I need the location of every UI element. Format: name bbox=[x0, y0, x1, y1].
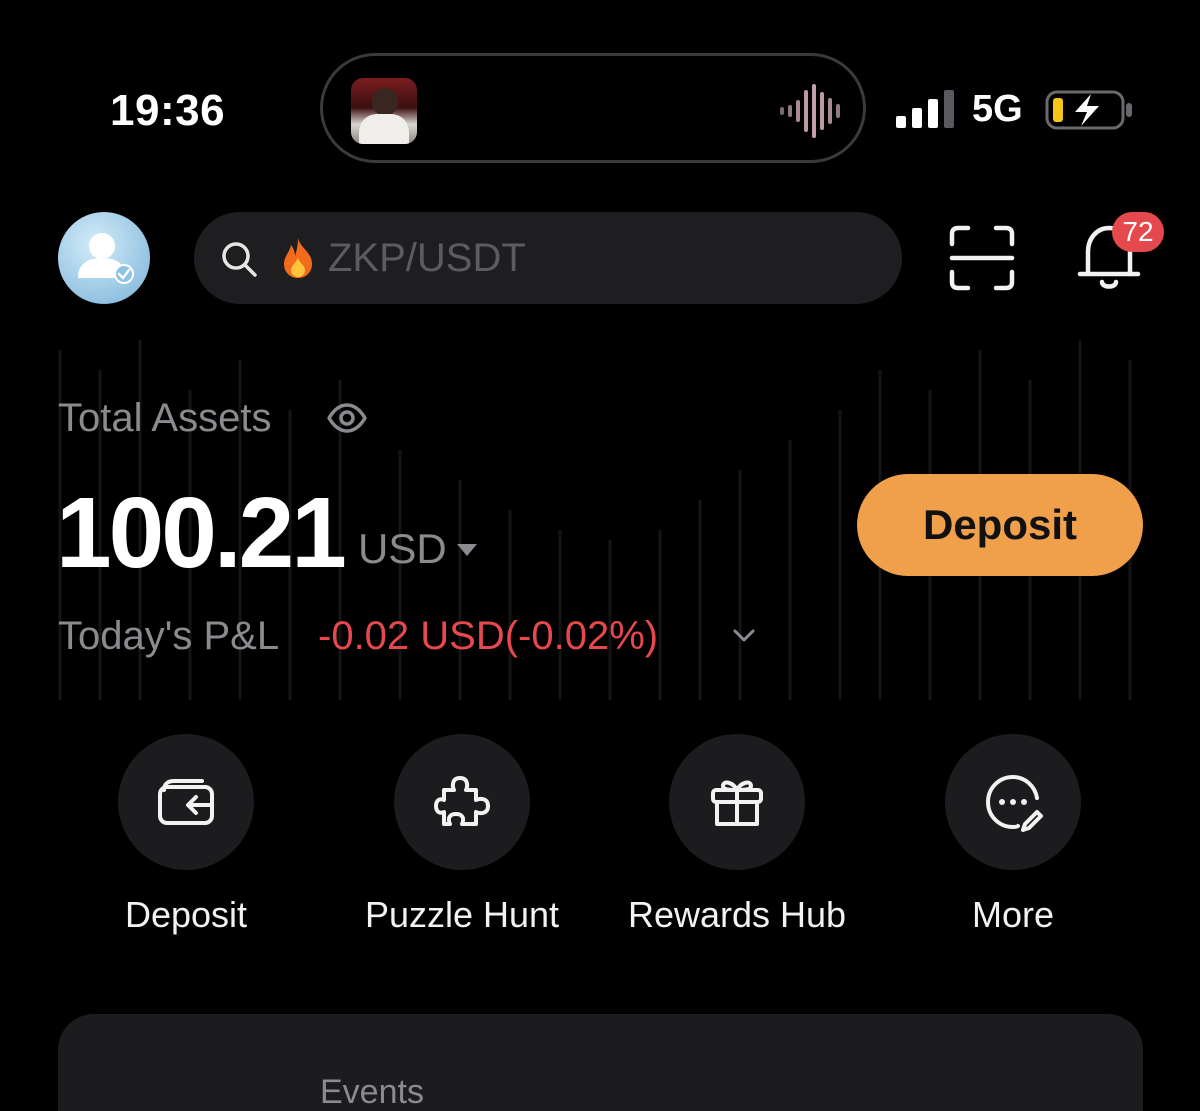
album-art-thumbnail bbox=[351, 78, 417, 144]
dynamic-island-now-playing[interactable] bbox=[320, 53, 866, 163]
search-icon bbox=[222, 242, 257, 277]
total-balance: 100.21 bbox=[56, 477, 347, 589]
quick-action-label: Deposit bbox=[124, 894, 248, 935]
quick-action-label: More bbox=[971, 894, 1055, 935]
quick-action-puzzle-hunt[interactable]: Puzzle Hunt bbox=[332, 734, 592, 935]
network-type: 5G bbox=[972, 88, 1023, 130]
quick-action-icon-bg bbox=[669, 734, 805, 870]
quick-action-icon-bg bbox=[394, 734, 530, 870]
quick-action-deposit[interactable]: Deposit bbox=[56, 734, 316, 935]
tab-events[interactable]: Events bbox=[320, 1070, 424, 1111]
events-card: Events bbox=[58, 1014, 1143, 1111]
chevron-down-icon[interactable] bbox=[732, 628, 756, 644]
app-screen: 19:36 5G ZKP/USDT 72 Total Assets 100.21… bbox=[0, 0, 1200, 1111]
fire-icon bbox=[284, 238, 312, 278]
caret-down-icon[interactable] bbox=[456, 543, 478, 557]
puzzle-piece-icon bbox=[434, 776, 490, 826]
status-time: 19:36 bbox=[110, 86, 226, 135]
wallet-deposit-icon bbox=[158, 779, 214, 825]
search-input[interactable] bbox=[328, 232, 868, 284]
quick-action-more[interactable]: More bbox=[883, 734, 1143, 935]
currency-selector[interactable]: USD bbox=[358, 523, 447, 575]
eye-icon[interactable] bbox=[326, 400, 368, 436]
quick-action-icon-bg bbox=[118, 734, 254, 870]
gift-icon bbox=[711, 780, 763, 826]
total-assets-label: Total Assets bbox=[58, 396, 272, 440]
pnl-value: -0.02 USD(-0.02%) bbox=[318, 614, 659, 658]
scan-icon[interactable] bbox=[948, 224, 1016, 292]
audio-waveform-icon bbox=[780, 84, 840, 138]
more-edit-icon bbox=[986, 775, 1043, 832]
notification-badge: 72 bbox=[1112, 212, 1164, 252]
search-bar[interactable] bbox=[194, 212, 902, 304]
user-verified-icon bbox=[78, 233, 134, 284]
quick-action-icon-bg bbox=[945, 734, 1081, 870]
pnl-label: Today's P&L bbox=[58, 614, 280, 658]
avatar[interactable] bbox=[58, 212, 150, 304]
deposit-button[interactable]: Deposit bbox=[857, 474, 1143, 576]
battery-charging-icon bbox=[1045, 90, 1132, 130]
cellular-signal-icon bbox=[896, 90, 954, 128]
quick-action-label: Rewards Hub bbox=[627, 894, 847, 935]
quick-action-rewards-hub[interactable]: Rewards Hub bbox=[607, 734, 867, 935]
quick-action-label: Puzzle Hunt bbox=[364, 894, 560, 935]
